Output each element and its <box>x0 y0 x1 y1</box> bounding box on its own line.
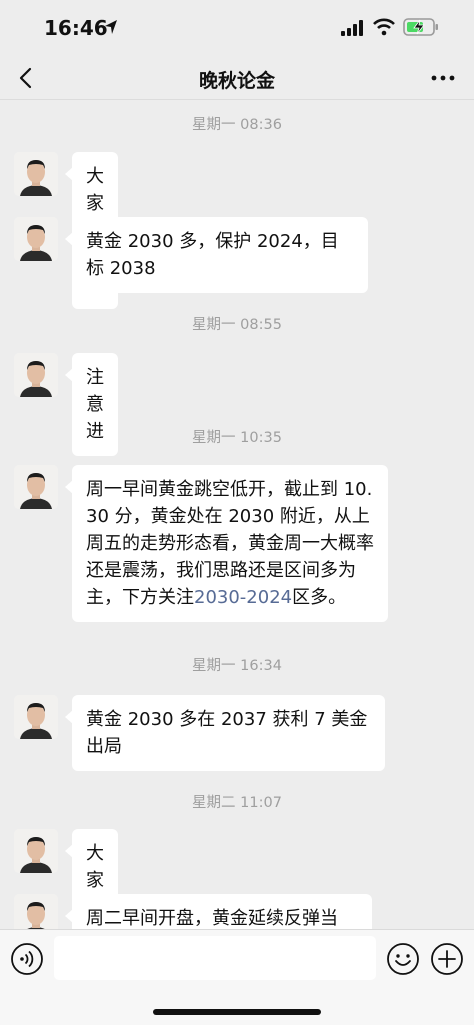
emoji-icon[interactable] <box>386 942 420 976</box>
home-indicator <box>153 1009 321 1015</box>
avatar-image <box>14 217 58 261</box>
timestamp: 星期一 08:36 <box>192 117 282 133</box>
status-time: 16:46 <box>44 16 108 40</box>
avatar-image <box>14 152 58 196</box>
more-button[interactable] <box>426 64 460 92</box>
plus-icon[interactable] <box>430 942 464 976</box>
timestamp: 星期一 08:55 <box>192 317 282 333</box>
wifi-icon <box>373 18 395 36</box>
voice-icon[interactable] <box>10 942 44 976</box>
message-text: 区多。 <box>292 587 347 608</box>
battery-charging-icon <box>403 18 438 36</box>
timestamp: 星期一 10:35 <box>192 430 282 446</box>
message-bubble[interactable]: 周一早间黄金跳空低开，截止到 10.30 分，黄金处在 2030 附近，从上周五… <box>65 465 388 622</box>
avatar[interactable] <box>14 217 58 261</box>
message-input[interactable] <box>54 936 376 980</box>
avatar[interactable] <box>14 465 58 509</box>
avatar[interactable] <box>14 353 58 397</box>
nav-bar: 晚秋论金 <box>0 56 474 100</box>
avatar[interactable] <box>14 829 58 873</box>
status-bar: 16:46 <box>0 0 474 56</box>
chat-area[interactable]: 星期一 08:36 大家上午好 黄金 2030 多，保护 2024，目标 203… <box>0 101 474 929</box>
message-bubble[interactable]: 周二早间开盘，黄金延续反弹当 <box>65 894 372 929</box>
avatar-image <box>14 353 58 397</box>
avatar[interactable] <box>14 695 58 739</box>
message-link[interactable]: 2030-2024 <box>194 587 292 608</box>
avatar-image <box>14 465 58 509</box>
timestamp: 星期一 16:34 <box>192 658 282 674</box>
avatar-image <box>14 695 58 739</box>
timestamp: 星期二 11:07 <box>192 795 282 811</box>
message-bubble[interactable]: 黄金 2030 多在 2037 获利 7 美金出局 <box>65 695 385 771</box>
avatar[interactable] <box>14 152 58 196</box>
more-dots-icon <box>431 75 455 81</box>
avatar[interactable] <box>14 894 58 929</box>
avatar-image <box>14 829 58 873</box>
message-bubble[interactable]: 黄金 2030 多，保护 2024，目标 2038 <box>65 217 368 293</box>
signal-icon <box>341 20 363 36</box>
location-arrow-icon <box>105 20 117 34</box>
chat-title: 晚秋论金 <box>198 70 275 92</box>
input-bar <box>0 929 474 1025</box>
avatar-image <box>14 894 58 929</box>
